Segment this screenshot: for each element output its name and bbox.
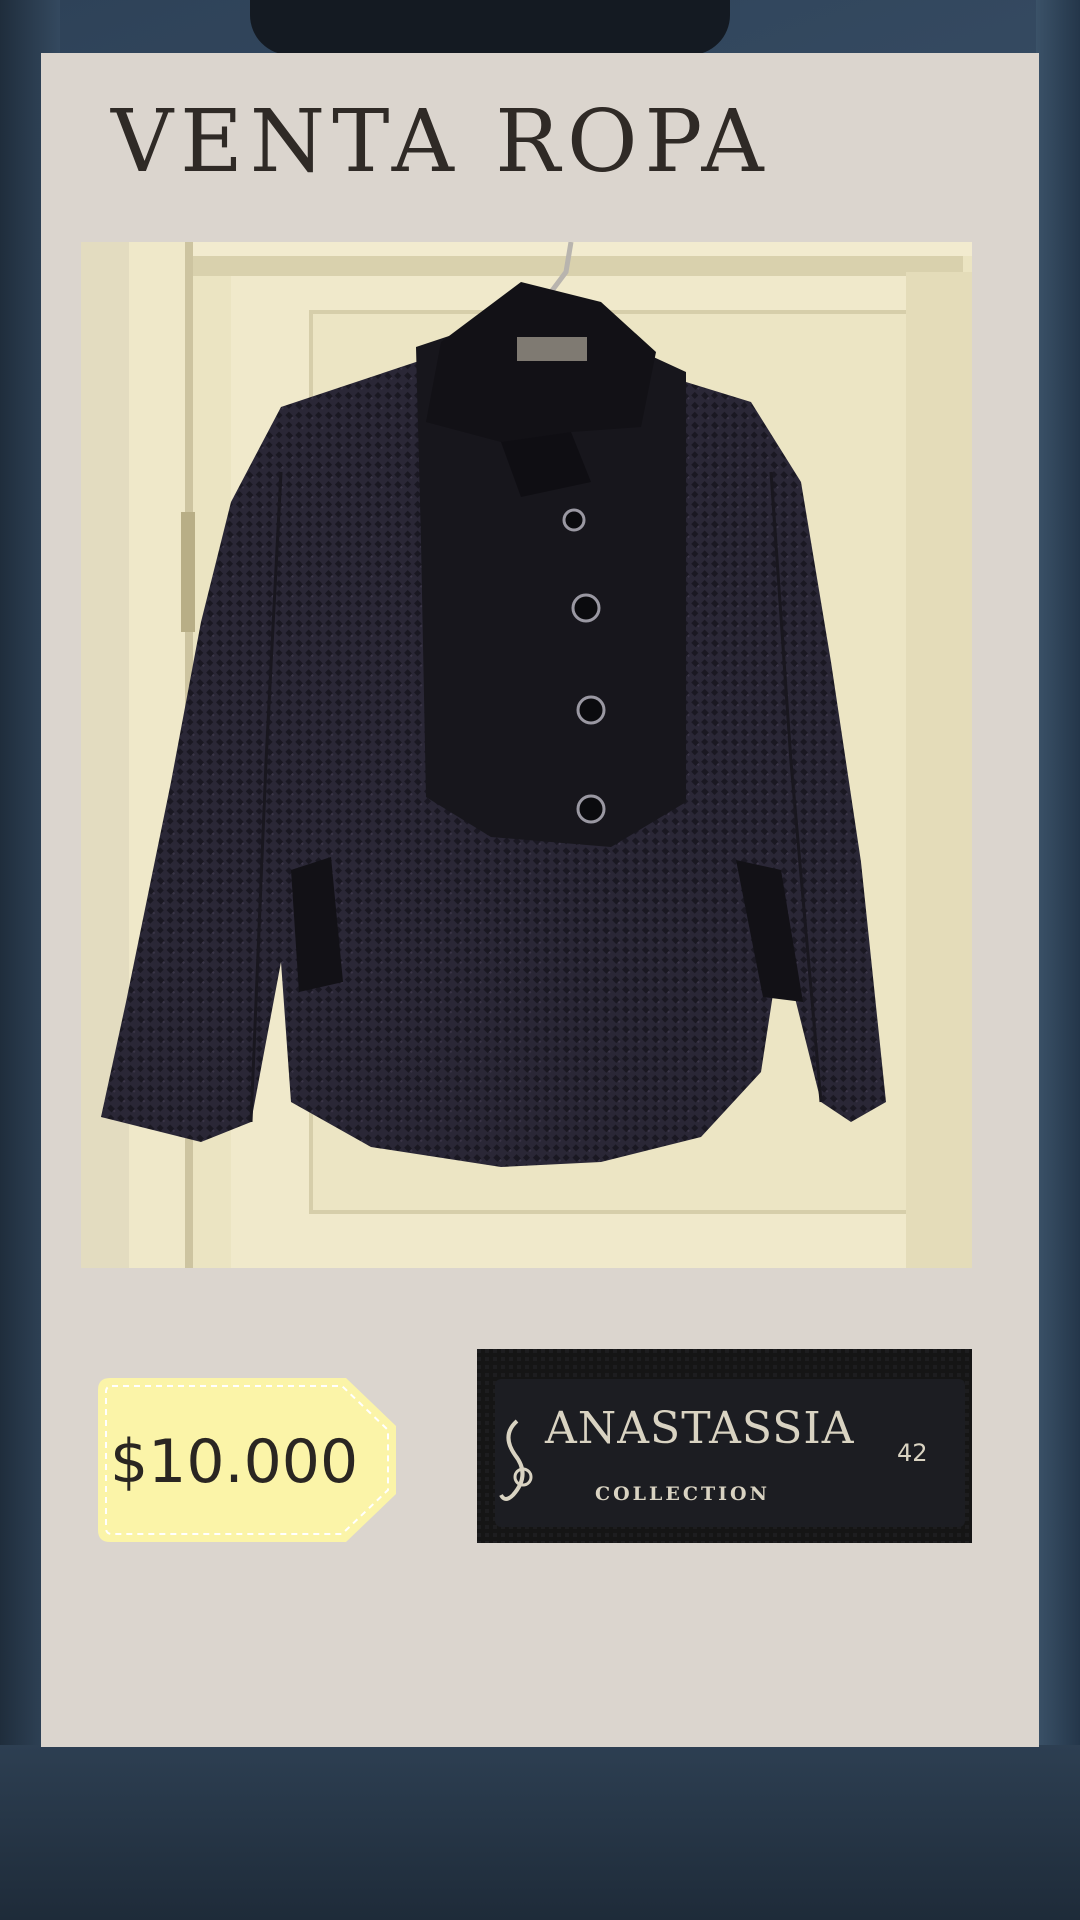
brand-name: ANASTASSIA — [545, 1403, 855, 1454]
price-tag: $10.000 — [96, 1376, 399, 1544]
background-coat-right — [1036, 0, 1080, 1920]
product-photo — [81, 242, 972, 1268]
price-label: $10.000 — [110, 1427, 359, 1497]
page-title: VENTA ROPA — [111, 92, 771, 192]
brand-subtitle: COLLECTION — [595, 1483, 770, 1505]
brand-logo-icon — [499, 1419, 533, 1501]
size-label: 42 — [897, 1439, 928, 1467]
background-bottom — [0, 1745, 1080, 1920]
background-top-shadow — [250, 0, 730, 55]
listing-card: VENTA ROPA $10.000 ANASTASSIA COLLECTION… — [41, 53, 1039, 1747]
brand-label-photo: ANASTASSIA COLLECTION 42 — [477, 1349, 972, 1543]
